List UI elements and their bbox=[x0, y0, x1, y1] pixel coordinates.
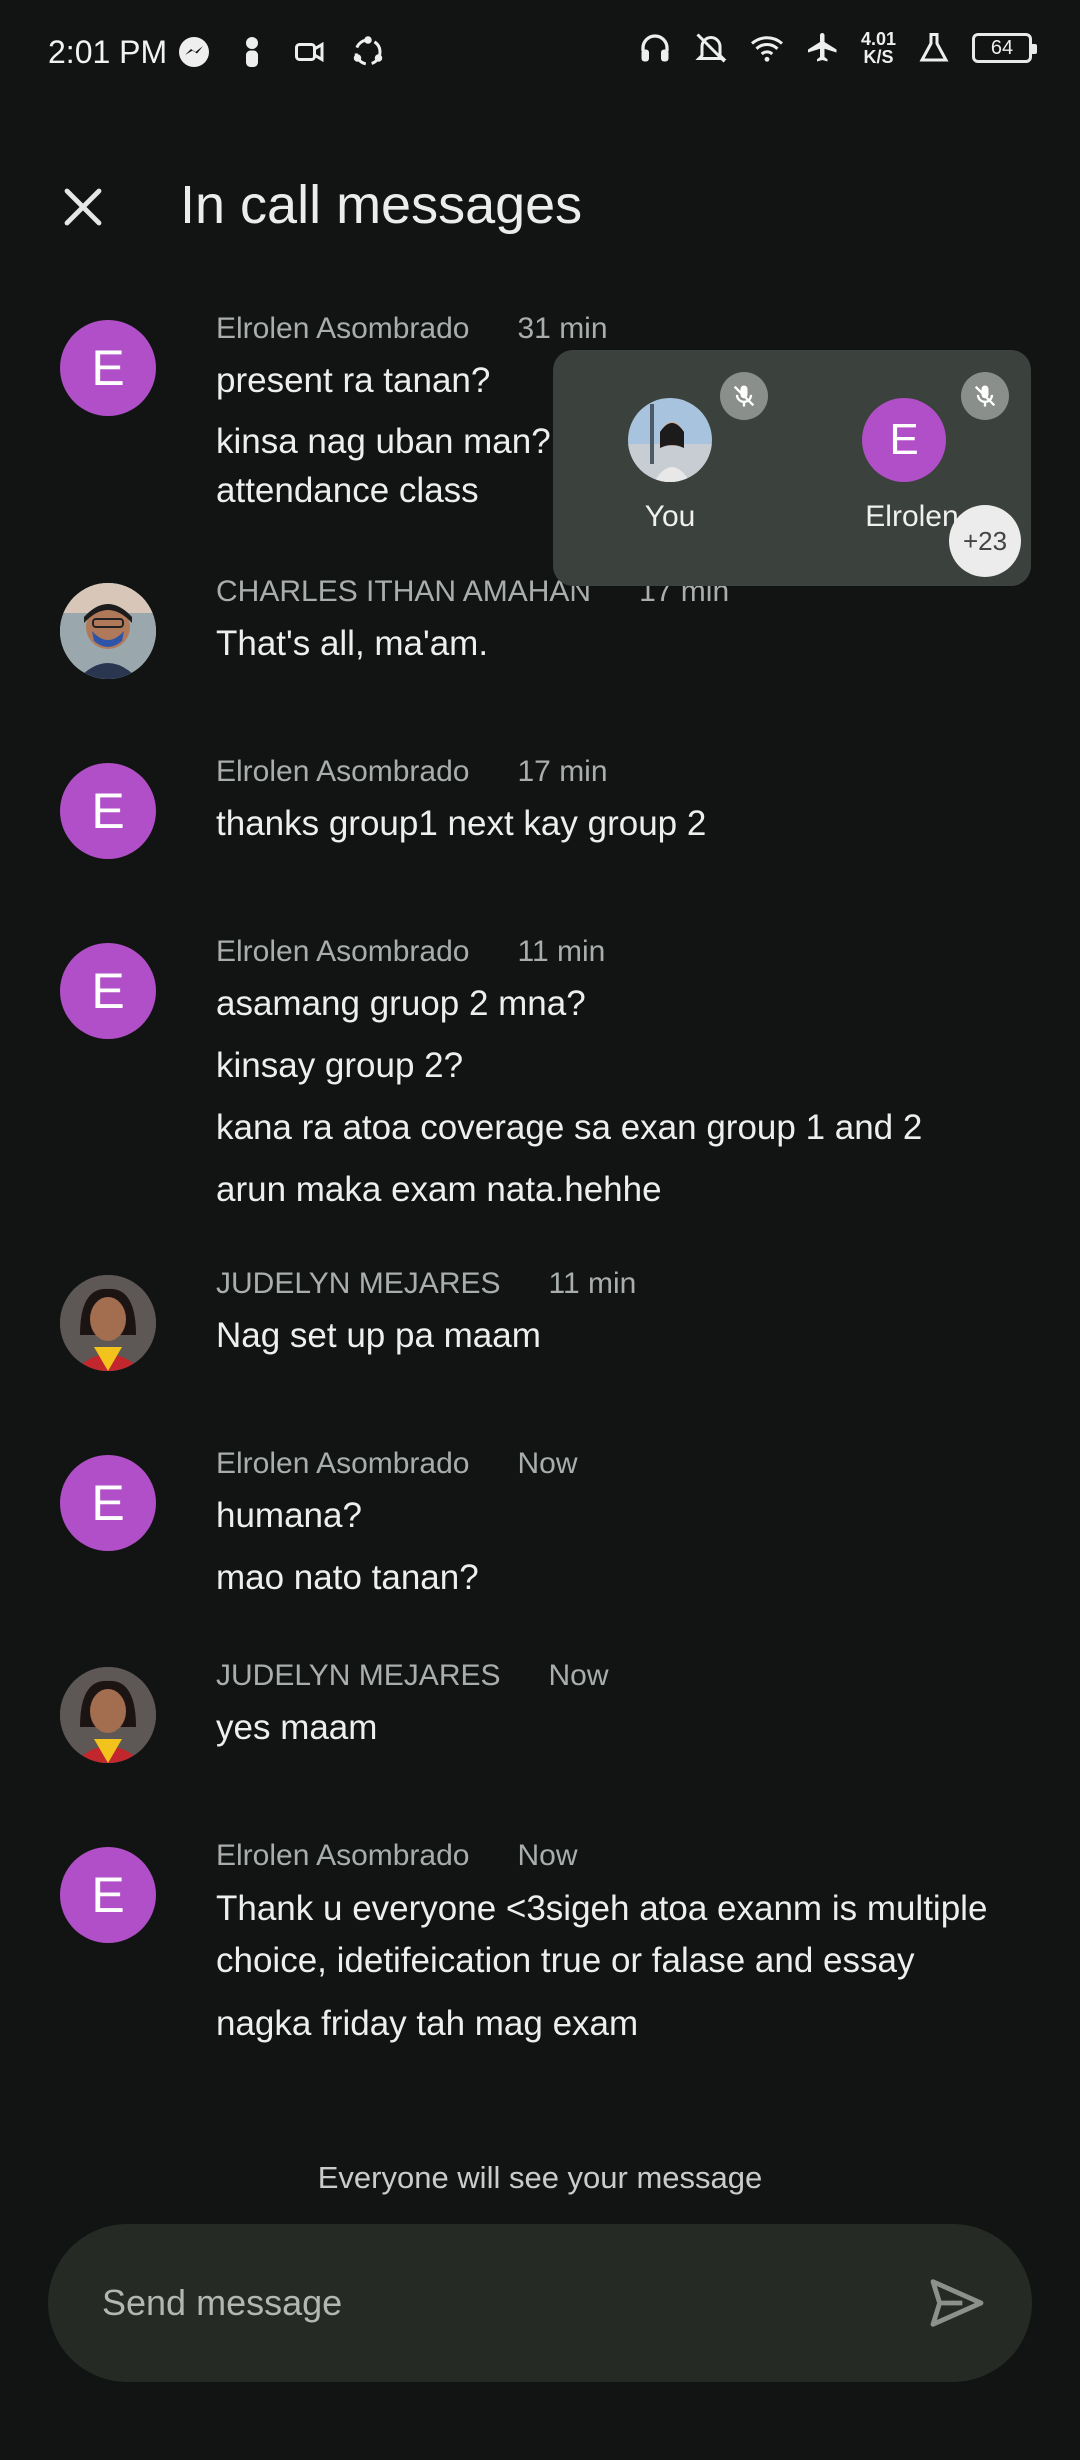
sender-name: JUDELYN MEJARES bbox=[216, 1267, 501, 1300]
sender-name: CHARLES ITHAN AMAHAN bbox=[216, 575, 592, 608]
send-button[interactable] bbox=[922, 2268, 992, 2338]
person-icon bbox=[246, 37, 258, 67]
message-time: Now bbox=[548, 1659, 609, 1692]
message-lines: thanks group1 next kay group 2 bbox=[216, 799, 1016, 861]
visibility-notice: Everyone will see your message bbox=[317, 2160, 763, 2195]
message-time: Now bbox=[517, 1839, 578, 1872]
mic-off-indicator bbox=[720, 372, 768, 420]
battery-indicator: 64 bbox=[972, 33, 1037, 63]
message-lines: That's all, ma'am. bbox=[216, 619, 1016, 681]
participant-avatar bbox=[628, 398, 712, 482]
message-meta: Elrolen Asombrado 31 min bbox=[216, 312, 608, 346]
headphones-icon bbox=[641, 34, 669, 62]
message-time: 17 min bbox=[517, 755, 608, 788]
message-meta: Elrolen Asombrado Now bbox=[216, 1839, 578, 1873]
message-lines: yes maam bbox=[216, 1703, 1016, 1765]
message-meta: Elrolen Asombrado 17 min bbox=[216, 755, 608, 789]
message-text: Nag set up pa maam bbox=[216, 1316, 541, 1355]
message-time: Now bbox=[517, 1447, 578, 1480]
mic-off-icon bbox=[974, 385, 996, 407]
message-lines: asamang gruop 2 mna? kinsay group 2? kan… bbox=[216, 979, 1016, 1227]
message-text: humana? bbox=[216, 1496, 362, 1535]
message-text: kana ra atoa coverage sa exan group 1 an… bbox=[216, 1108, 923, 1147]
video-call-icon bbox=[295, 41, 324, 63]
speed-value: 4.01 bbox=[860, 29, 896, 49]
participant-name: You bbox=[644, 500, 696, 533]
message-meta: JUDELYN MEJARES Now bbox=[216, 1659, 609, 1693]
send-message-input[interactable] bbox=[100, 2264, 884, 2342]
message-text: nagka friday tah mag exam bbox=[216, 2004, 639, 2043]
header: In call messages bbox=[0, 160, 1080, 250]
notification-icons bbox=[176, 34, 386, 70]
avatar: E bbox=[60, 943, 156, 1039]
message-time: 31 min bbox=[517, 312, 608, 345]
avatar: E bbox=[60, 1455, 156, 1551]
page-title: In call messages bbox=[180, 175, 583, 235]
status-time: 2:01 PM bbox=[48, 34, 168, 70]
status-bar: 2:01 PM 4.01 K/S 64 bbox=[0, 0, 1080, 110]
close-icon bbox=[64, 188, 102, 226]
message-text: asamang gruop 2 mna? bbox=[216, 984, 586, 1023]
avatar-photo-icon bbox=[628, 398, 712, 482]
close-button[interactable] bbox=[50, 174, 116, 240]
message-meta: JUDELYN MEJARES 11 min bbox=[216, 1267, 636, 1301]
sender-name: Elrolen Asombrado bbox=[216, 312, 470, 345]
avatar: E bbox=[60, 320, 156, 416]
avatar bbox=[60, 1667, 156, 1763]
avatar: E bbox=[60, 1847, 156, 1943]
sender-name: Elrolen Asombrado bbox=[216, 755, 470, 788]
message-text: thanks group1 next kay group 2 bbox=[216, 804, 707, 843]
sender-name: Elrolen Asombrado bbox=[216, 935, 470, 968]
sender-name: Elrolen Asombrado bbox=[216, 1839, 470, 1872]
message-lines: humana? mao nato tanan? bbox=[216, 1491, 1016, 1615]
more-participants-badge[interactable]: +23 bbox=[949, 505, 1021, 577]
messenger-icon bbox=[179, 37, 209, 67]
sender-name: JUDELYN MEJARES bbox=[216, 1659, 501, 1692]
message-text: arun maka exam nata.hehhe bbox=[216, 1170, 662, 1209]
message-meta: Elrolen Asombrado 11 min bbox=[216, 935, 605, 969]
message-text: Thank u everyone <3sigeh atoa exanm is m… bbox=[216, 1889, 988, 1980]
avatar bbox=[60, 583, 156, 679]
mic-off-icon bbox=[733, 385, 755, 407]
message-text: yes maam bbox=[216, 1708, 378, 1747]
sender-name: Elrolen Asombrado bbox=[216, 1447, 470, 1480]
message-meta: Elrolen Asombrado Now bbox=[216, 1447, 578, 1481]
sync-icon bbox=[353, 36, 383, 66]
participant-tile-you[interactable]: You bbox=[553, 350, 768, 550]
avatar-photo-icon bbox=[60, 1275, 156, 1371]
participant-avatar: E bbox=[862, 398, 946, 482]
message-composer bbox=[48, 2224, 1032, 2382]
avatar-photo-icon bbox=[60, 583, 156, 679]
system-icons: 4.01 K/S 64 bbox=[637, 30, 1037, 66]
message-lines: Thank u everyone <3sigeh atoa exanm is m… bbox=[216, 1883, 1016, 2061]
message-text: kinsay group 2? bbox=[216, 1046, 464, 1085]
message-time: 11 min bbox=[548, 1267, 637, 1300]
avatar bbox=[60, 1275, 156, 1371]
message-lines: Nag set up pa maam bbox=[216, 1311, 1016, 1373]
network-speed: 4.01 K/S bbox=[861, 30, 896, 66]
airplane-icon bbox=[807, 33, 837, 62]
message-time: 11 min bbox=[517, 935, 606, 968]
avatar-photo-icon bbox=[60, 1667, 156, 1763]
wifi-icon bbox=[750, 36, 783, 62]
flask-icon bbox=[919, 33, 949, 62]
message-text: mao nato tanan? bbox=[216, 1558, 479, 1597]
mic-off-indicator bbox=[961, 372, 1009, 420]
bell-off-icon bbox=[695, 33, 727, 63]
message-text: That's all, ma'am. bbox=[216, 624, 489, 663]
avatar: E bbox=[60, 763, 156, 859]
send-icon bbox=[930, 2279, 984, 2327]
speed-unit: K/S bbox=[863, 47, 894, 67]
